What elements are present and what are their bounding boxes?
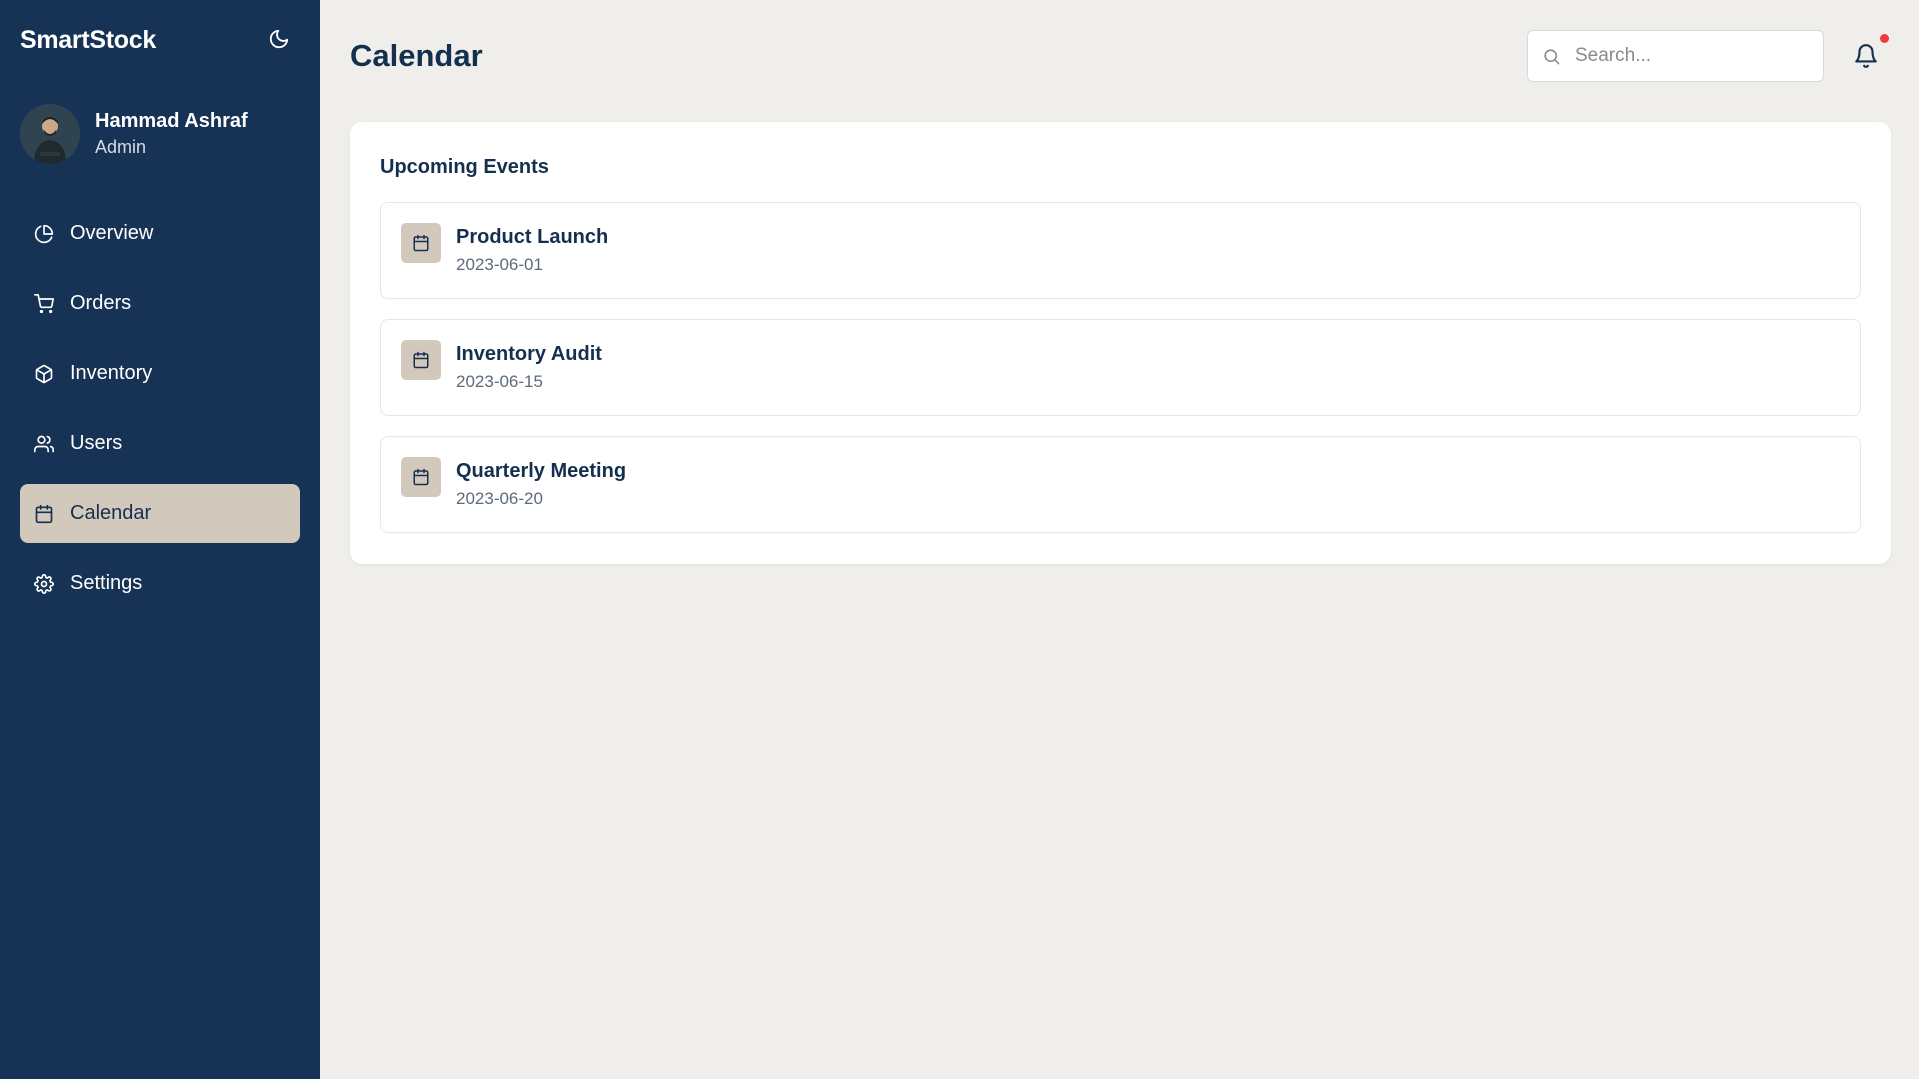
event-name: Quarterly Meeting — [456, 460, 627, 482]
sidebar-item-settings[interactable]: Settings — [20, 554, 300, 613]
pie-chart-icon — [33, 223, 55, 245]
sidebar-item-orders[interactable]: Orders — [20, 274, 300, 333]
user-role: Admin — [95, 137, 147, 157]
sidebar-item-label: Settings — [70, 572, 143, 594]
sidebar-item-label: Calendar — [70, 502, 152, 524]
page-title: Calendar — [350, 38, 483, 73]
notifications-button[interactable] — [1853, 42, 1881, 72]
sidebar-item-inventory[interactable]: Inventory — [20, 344, 300, 403]
sidebar-item-label: Inventory — [70, 362, 153, 384]
sidebar-item-users[interactable]: Users — [20, 414, 300, 473]
calendar-icon — [33, 503, 55, 525]
event-date: 2023-06-01 — [456, 255, 543, 274]
user-profile[interactable]: Hammad Ashraf Admin — [20, 104, 248, 164]
search-icon — [1542, 47, 1561, 66]
notification-badge — [1880, 34, 1889, 43]
user-name: Hammad Ashraf — [95, 110, 248, 132]
event-date: 2023-06-15 — [456, 372, 543, 391]
card-title: Upcoming Events — [380, 156, 549, 178]
search-box[interactable] — [1527, 30, 1824, 82]
gear-icon — [33, 573, 55, 595]
bell-icon — [1853, 44, 1879, 74]
sidebar: SmartStock Hammad Ashraf Admin Overview … — [0, 0, 320, 1079]
event-name: Inventory Audit — [456, 343, 602, 365]
moon-icon — [268, 28, 290, 55]
sidebar-item-label: Overview — [70, 222, 154, 244]
box-icon — [33, 363, 55, 385]
calendar-icon — [401, 223, 441, 263]
event-name: Product Launch — [456, 226, 609, 248]
calendar-icon — [401, 457, 441, 497]
calendar-icon — [401, 340, 441, 380]
avatar — [20, 104, 80, 164]
event-item[interactable]: Quarterly Meeting 2023-06-20 — [380, 436, 1861, 533]
sidebar-item-calendar[interactable]: Calendar — [20, 484, 300, 543]
upcoming-events-card: Upcoming Events Product Launch 2023-06-0… — [350, 122, 1891, 564]
theme-toggle-button[interactable] — [266, 28, 292, 54]
event-item[interactable]: Inventory Audit 2023-06-15 — [380, 319, 1861, 416]
sidebar-item-label: Orders — [70, 292, 132, 314]
search-input[interactable] — [1575, 45, 1795, 67]
sidebar-item-label: Users — [70, 432, 123, 454]
event-item[interactable]: Product Launch 2023-06-01 — [380, 202, 1861, 299]
sidebar-item-overview[interactable]: Overview — [20, 204, 300, 263]
brand-logo-text[interactable]: SmartStock — [20, 26, 156, 55]
users-icon — [33, 433, 55, 455]
event-date: 2023-06-20 — [456, 489, 543, 508]
cart-icon — [33, 293, 55, 315]
